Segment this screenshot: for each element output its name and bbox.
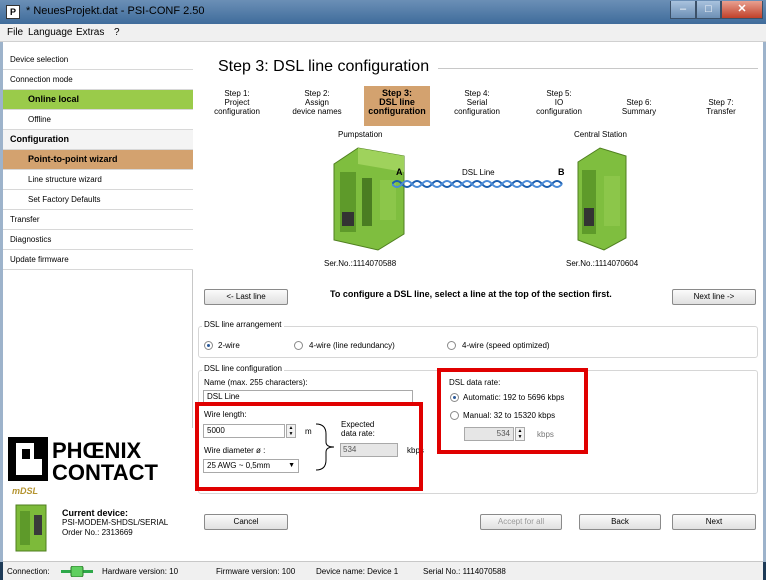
step-3-line-3: configuration bbox=[368, 106, 426, 116]
connection-icon bbox=[61, 566, 93, 577]
step-strip: Step 1: Project configuration Step 2: Assig… bbox=[200, 86, 756, 132]
back-button[interactable]: Back bbox=[579, 514, 661, 530]
radio-4-wire-speed-label[interactable]: 4-wire (speed optimized) bbox=[462, 341, 550, 350]
sidebar-item-configuration[interactable]: Configuration bbox=[3, 130, 193, 150]
title-divider bbox=[438, 68, 758, 69]
sidebar-item-online-local[interactable]: Online local bbox=[3, 90, 193, 110]
status-bar: Connection: Hardware version: 10 Firmwar… bbox=[3, 561, 763, 580]
next-button[interactable]: Next bbox=[672, 514, 756, 530]
step-2[interactable]: Step 2: Assign device names bbox=[284, 86, 350, 126]
menu-bar: File Language Extras ? bbox=[0, 24, 766, 42]
step-2-line-2: Assign bbox=[304, 98, 329, 107]
current-device-order: Order No.: 2313669 bbox=[62, 528, 133, 537]
left-device-image[interactable] bbox=[328, 142, 410, 252]
sidebar-item-transfer[interactable]: Transfer bbox=[3, 210, 193, 230]
app-icon[interactable]: P bbox=[6, 5, 20, 19]
line-end-b: B bbox=[558, 167, 565, 177]
right-serial-number: Ser.No.:1114070604 bbox=[566, 259, 639, 268]
dsl-line-label: DSL Line bbox=[462, 168, 495, 177]
line-end-a: A bbox=[396, 167, 403, 177]
sidebar-item-diagnostics[interactable]: Diagnostics bbox=[3, 230, 193, 250]
current-device-name: PSI-MODEM-SHDSL/SERIAL bbox=[62, 518, 169, 527]
cancel-button[interactable]: Cancel bbox=[204, 514, 288, 530]
current-device-image: mDSL bbox=[12, 486, 47, 552]
sidebar-item-set-factory-defaults[interactable]: Set Factory Defaults bbox=[3, 190, 193, 210]
sidebar-item-offline[interactable]: Offline bbox=[3, 110, 193, 130]
dsl-diagram: Pumpstation Central Station A B DSL Line… bbox=[200, 130, 756, 275]
window-title: * NeuesProjekt.dat - PSI-CONF 2.50 bbox=[26, 5, 205, 17]
current-device-title: Current device: bbox=[62, 508, 129, 518]
step-5-number: Step 5: bbox=[546, 89, 572, 98]
step-1-number: Step 1: bbox=[224, 89, 250, 98]
page-title: Step 3: DSL line configuration bbox=[218, 58, 430, 75]
hardware-version: Hardware version: 10 bbox=[102, 567, 179, 576]
radio-4-wire-redundancy[interactable] bbox=[294, 341, 303, 350]
step-4[interactable]: Step 4: Serial configuration bbox=[444, 86, 510, 126]
step-1-line-2: Project bbox=[224, 98, 250, 107]
menu-file[interactable]: File bbox=[7, 27, 23, 38]
radio-4-wire-redundancy-label[interactable]: 4-wire (line redundancy) bbox=[309, 341, 395, 350]
step-1[interactable]: Step 1: Project configuration bbox=[204, 86, 270, 126]
step-4-line-2: Serial bbox=[466, 98, 488, 107]
next-line-button[interactable]: Next line -> bbox=[672, 289, 756, 305]
sidebar-item-line-structure-wizard[interactable]: Line structure wizard bbox=[3, 170, 193, 190]
highlight-wire-settings bbox=[195, 402, 423, 491]
sidebar-item-device-selection[interactable]: Device selection bbox=[3, 50, 193, 70]
menu-language[interactable]: Language bbox=[28, 27, 73, 38]
line-config-legend: DSL line configuration bbox=[202, 364, 284, 373]
step-7[interactable]: Step 7: Transfer bbox=[688, 86, 754, 126]
step-4-number: Step 4: bbox=[464, 89, 490, 98]
step-1-line-3: configuration bbox=[214, 107, 260, 116]
left-station-label: Pumpstation bbox=[338, 130, 383, 139]
step-3[interactable]: Step 3: DSL line configuration bbox=[364, 86, 430, 126]
highlight-data-rate bbox=[437, 368, 588, 454]
dsl-line-cable[interactable] bbox=[392, 178, 564, 190]
step-6-line-2: Summary bbox=[621, 107, 657, 116]
serial-number: Serial No.: 1114070588 bbox=[423, 567, 506, 576]
step-2-line-3: device names bbox=[292, 107, 342, 116]
instruction-text: To configure a DSL line, select a line a… bbox=[330, 289, 612, 299]
radio-4-wire-speed[interactable] bbox=[447, 341, 456, 350]
connection-label: Connection: bbox=[7, 567, 50, 576]
close-icon[interactable]: ✕ bbox=[721, 1, 763, 19]
accept-for-all-button: Accept for all bbox=[480, 514, 562, 530]
arrangement-legend: DSL line arrangement bbox=[202, 320, 284, 329]
svg-text:mDSL: mDSL bbox=[12, 486, 38, 496]
step-2-number: Step 2: bbox=[304, 89, 330, 98]
firmware-version: Firmware version: 100 bbox=[216, 567, 296, 576]
step-7-line-2: Transfer bbox=[706, 107, 736, 116]
menu-help[interactable]: ? bbox=[114, 27, 120, 38]
radio-2-wire-label[interactable]: 2-wire bbox=[218, 341, 240, 350]
phoenix-contact-logo: PHŒNIX CONTACT bbox=[8, 437, 158, 481]
device-name: Device name: Device 1 bbox=[316, 567, 399, 576]
left-serial-number: Ser.No.:1114070588 bbox=[324, 259, 397, 268]
right-station-label: Central Station bbox=[574, 130, 627, 139]
svg-text:CONTACT: CONTACT bbox=[52, 460, 158, 481]
sidebar-item-connection-mode[interactable]: Connection mode bbox=[3, 70, 193, 90]
sidebar-item-update-firmware[interactable]: Update firmware bbox=[3, 250, 193, 270]
step-7-number: Step 7: bbox=[708, 98, 734, 107]
menu-extras[interactable]: Extras bbox=[76, 27, 104, 38]
maximize-icon[interactable]: □ bbox=[696, 1, 721, 19]
step-4-line-3: configuration bbox=[454, 107, 500, 116]
step-5[interactable]: Step 5: IO configuration bbox=[526, 86, 592, 126]
step-6[interactable]: Step 6: Summary bbox=[606, 86, 672, 126]
sidebar-item-point-to-point-wizard[interactable]: Point-to-point wizard bbox=[3, 150, 193, 170]
name-label: Name (max. 255 characters): bbox=[204, 378, 308, 387]
step-6-number: Step 6: bbox=[626, 98, 652, 107]
step-5-line-3: configuration bbox=[536, 107, 582, 116]
right-device-image[interactable] bbox=[574, 142, 630, 252]
minimize-icon[interactable]: – bbox=[670, 1, 696, 19]
radio-2-wire[interactable] bbox=[204, 341, 213, 350]
step-5-line-2: IO bbox=[554, 98, 564, 107]
last-line-button[interactable]: <- Last line bbox=[204, 289, 288, 305]
